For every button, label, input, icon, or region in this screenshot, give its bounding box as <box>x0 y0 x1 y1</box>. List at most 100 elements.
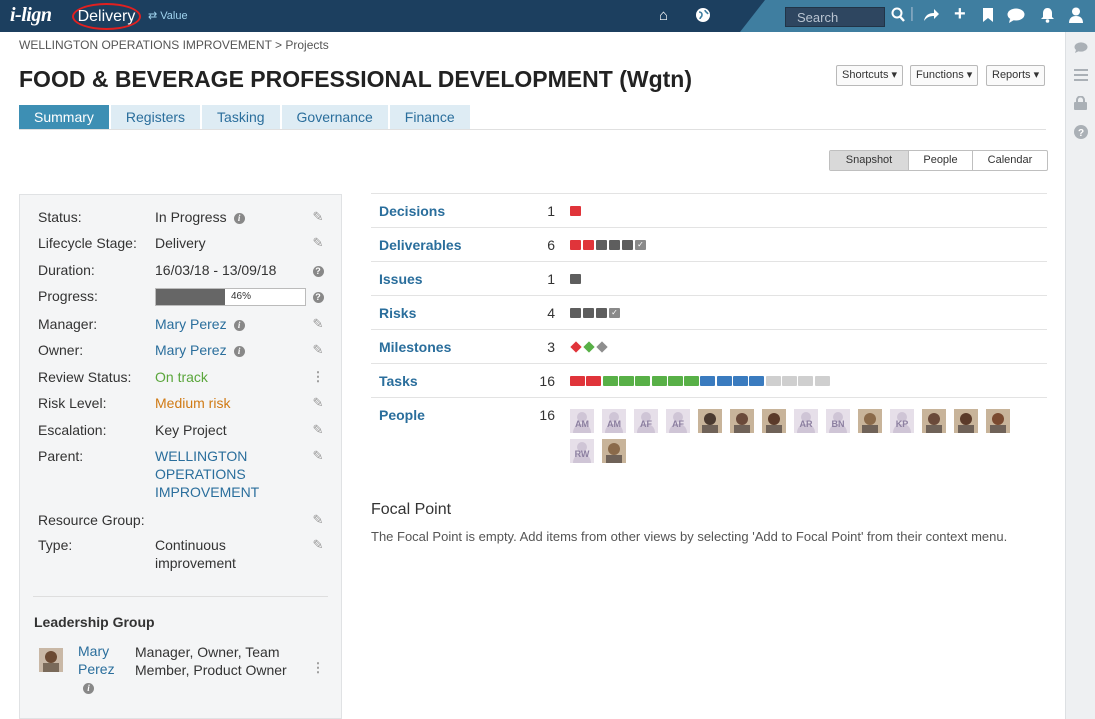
edit-pencil-icon[interactable]: ✎ <box>311 341 325 359</box>
avatar[interactable] <box>698 409 722 433</box>
help-icon[interactable]: ? <box>1074 125 1088 142</box>
bookmark-icon[interactable] <box>983 8 993 28</box>
help-icon[interactable]: ? <box>311 261 325 279</box>
reports-button[interactable]: Reports ▾ <box>986 65 1046 86</box>
breadcrumb[interactable]: WELLINGTON OPERATIONS IMPROVEMENT > Proj… <box>19 38 329 52</box>
info-icon[interactable]: i <box>83 682 94 694</box>
summary-name[interactable]: People <box>379 407 425 423</box>
functions-button[interactable]: Functions ▾ <box>910 65 979 86</box>
parent-label: Parent: <box>38 448 84 464</box>
edit-pencil-icon[interactable]: ✎ <box>311 315 325 333</box>
bell-icon[interactable] <box>1040 7 1055 29</box>
value-switch-link[interactable]: ⇄ Value <box>148 9 188 22</box>
tab-tasking[interactable]: Tasking <box>202 105 280 129</box>
tab-finance[interactable]: Finance <box>389 105 470 129</box>
summary-count: 3 <box>547 339 555 355</box>
avatar[interactable]: AF <box>666 409 690 433</box>
search-box[interactable] <box>785 7 885 27</box>
lifecycle-value: Delivery <box>155 235 206 251</box>
leader-link[interactable]: Mary Perez <box>78 642 118 678</box>
avatar[interactable]: AM <box>570 409 594 433</box>
summary-name[interactable]: Deliverables <box>379 237 462 253</box>
lock-icon[interactable] <box>1074 95 1087 113</box>
owner-link[interactable]: Mary Perez <box>155 342 227 358</box>
status-mark <box>782 376 797 386</box>
focal-point-text: The Focal Point is empty. Add items from… <box>371 529 1008 544</box>
edit-pencil-icon[interactable]: ✎ <box>311 536 325 554</box>
add-icon[interactable]: + <box>954 4 966 24</box>
summary-name[interactable]: Tasks <box>379 373 418 389</box>
list-icon[interactable] <box>1074 69 1088 84</box>
avatar[interactable] <box>922 409 946 433</box>
summary-row-people[interactable]: People 16 AM AM AF AF AR BN KP RW <box>371 397 1047 472</box>
status-mark <box>570 376 585 386</box>
share-icon[interactable] <box>923 7 940 28</box>
summary-row-issues[interactable]: Issues 1 <box>371 261 1047 295</box>
progress-label: Progress: <box>38 288 98 304</box>
more-options-icon[interactable]: ⋮ <box>311 368 325 386</box>
edit-pencil-icon[interactable]: ✎ <box>311 208 325 226</box>
avatar[interactable]: KP <box>890 409 914 433</box>
right-rail: ? <box>1065 32 1095 719</box>
summary-row-risks[interactable]: Risks 4 ✓ <box>371 295 1047 329</box>
mode-selector[interactable]: Delivery <box>72 3 141 30</box>
manager-value: Mary Perez i <box>155 315 295 333</box>
home-icon[interactable]: ⌂ <box>659 6 668 26</box>
edit-pencil-icon[interactable]: ✎ <box>311 234 325 252</box>
summary-row-milestones[interactable]: Milestones 3 <box>371 329 1047 363</box>
avatar[interactable] <box>858 409 882 433</box>
manager-link[interactable]: Mary Perez <box>155 316 227 332</box>
calendar-view-button[interactable]: Calendar <box>972 151 1047 170</box>
info-icon[interactable]: i <box>233 345 245 357</box>
summary-row-tasks[interactable]: Tasks 16 <box>371 363 1047 397</box>
tab-governance[interactable]: Governance <box>281 105 388 129</box>
help-icon[interactable]: ? <box>311 287 325 305</box>
avatar[interactable]: AM <box>602 409 626 433</box>
edit-pencil-icon[interactable]: ✎ <box>311 511 325 529</box>
parent-link[interactable]: WELLINGTON OPERATIONS IMPROVEMENT <box>155 447 270 501</box>
edit-pencil-icon[interactable]: ✎ <box>311 394 325 412</box>
more-options-icon[interactable]: ⋮ <box>311 660 325 676</box>
avatar[interactable] <box>986 409 1010 433</box>
app-logo[interactable]: i-lign <box>10 4 52 27</box>
summary-row-deliverables[interactable]: Deliverables 6 ✓ <box>371 227 1047 261</box>
summary-name[interactable]: Decisions <box>379 203 445 219</box>
duration-value: 16/03/18 - 13/09/18 <box>155 262 277 278</box>
progress-value: 46% <box>231 291 252 302</box>
avatar[interactable]: AR <box>794 409 818 433</box>
edit-pencil-icon[interactable]: ✎ <box>311 421 325 439</box>
avatar[interactable]: RW <box>570 439 594 463</box>
comments-icon[interactable] <box>1074 42 1088 57</box>
review-status-label: Review Status: <box>38 369 132 385</box>
shortcuts-button[interactable]: Shortcuts ▾ <box>836 65 904 86</box>
status-mark <box>700 376 715 386</box>
globe-icon[interactable] <box>695 7 711 29</box>
tab-summary[interactable]: Summary <box>19 105 109 129</box>
summary-name[interactable]: Milestones <box>379 339 451 355</box>
summary-row-decisions[interactable]: Decisions 1 <box>371 193 1047 227</box>
avatar[interactable]: BN <box>826 409 850 433</box>
avatar[interactable] <box>954 409 978 433</box>
escalation-value: Key Project <box>155 422 227 438</box>
info-icon[interactable]: i <box>233 212 245 224</box>
status-mark <box>635 376 650 386</box>
status-mark <box>583 240 594 250</box>
people-view-button[interactable]: People <box>908 151 972 170</box>
search-icon[interactable] <box>891 7 905 28</box>
summary-name[interactable]: Issues <box>379 271 423 287</box>
avatar[interactable]: AF <box>634 409 658 433</box>
info-icon[interactable]: i <box>233 319 245 331</box>
chat-icon[interactable] <box>1007 8 1025 29</box>
risk-level-value: Medium risk <box>155 395 231 411</box>
avatar[interactable] <box>602 439 626 463</box>
summary-count: 6 <box>547 237 555 253</box>
avatar[interactable] <box>730 409 754 433</box>
summary-name[interactable]: Risks <box>379 305 416 321</box>
snapshot-view-button[interactable]: Snapshot <box>830 151 908 170</box>
avatar[interactable] <box>762 409 786 433</box>
search-input[interactable] <box>786 8 884 26</box>
user-icon[interactable] <box>1069 7 1083 29</box>
edit-pencil-icon[interactable]: ✎ <box>311 447 325 465</box>
avatar[interactable] <box>39 648 63 672</box>
tab-registers[interactable]: Registers <box>110 105 201 129</box>
